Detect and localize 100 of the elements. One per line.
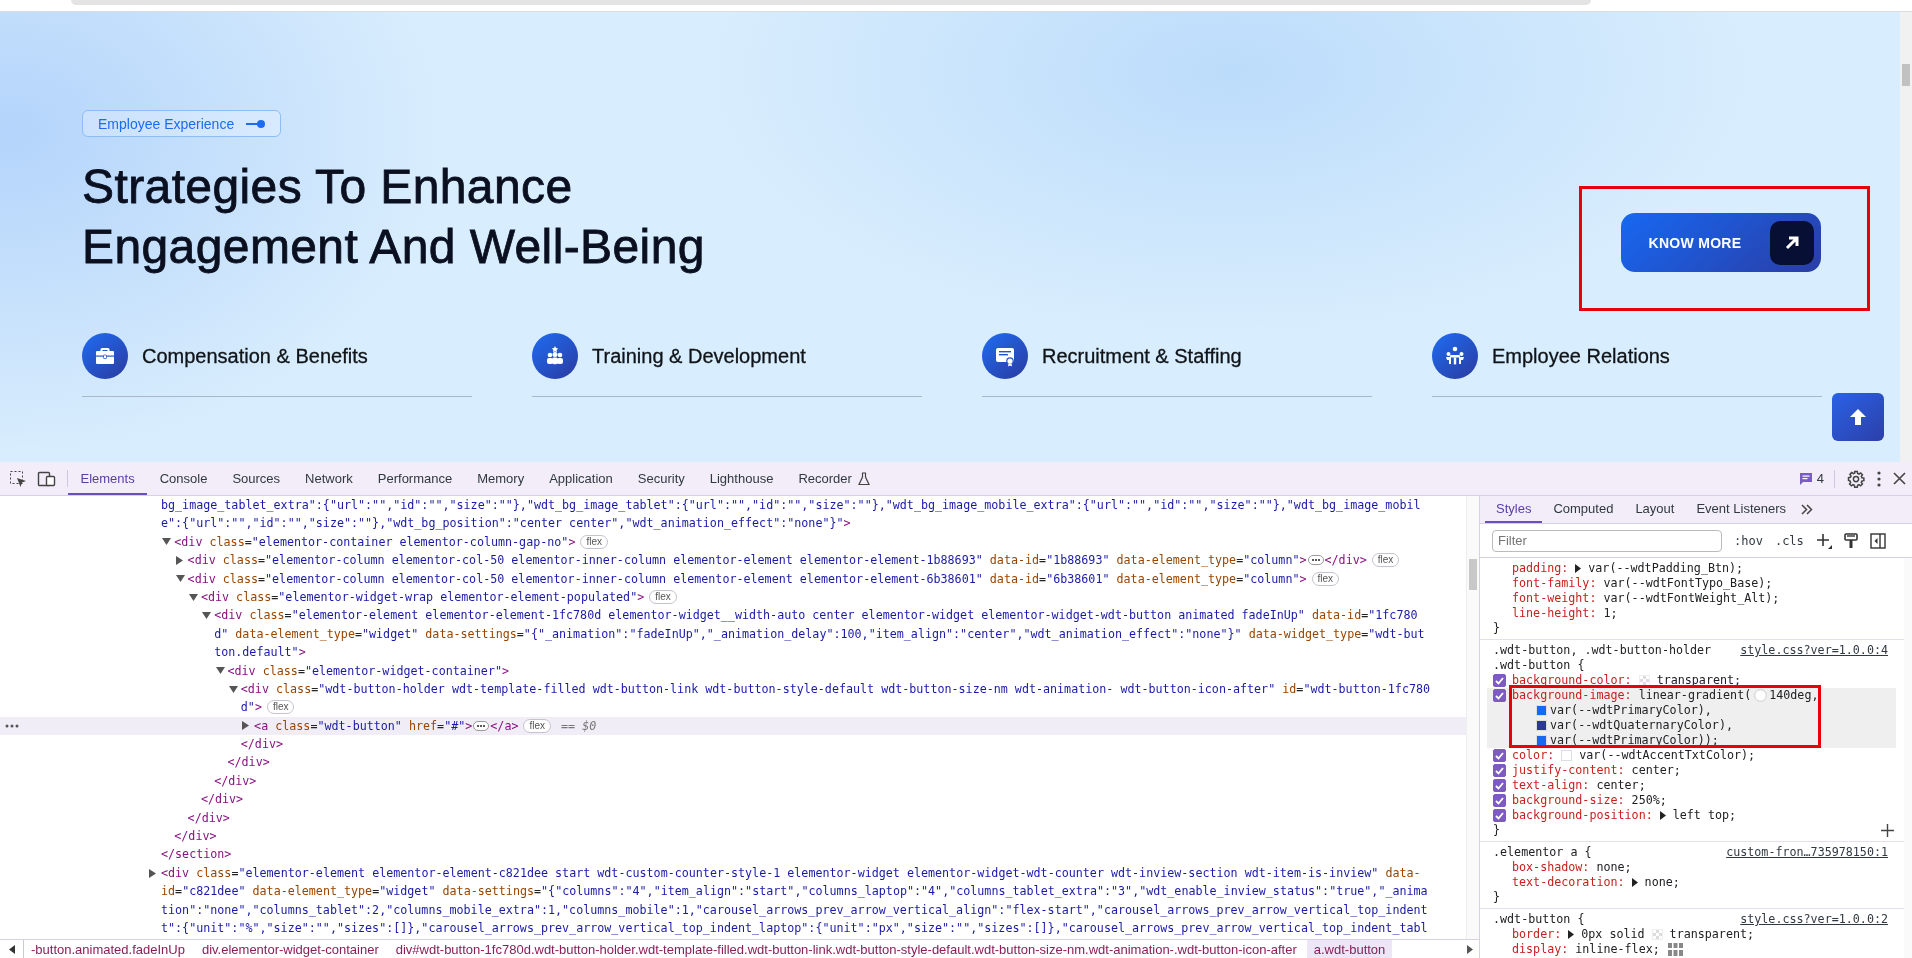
- property-value: 250%;: [1631, 793, 1667, 808]
- tree-row[interactable]: bg_image_tablet_extra":{"url":"","id":"","size":""},"wdt_bg_image_tablet":{"url":"","id":"","size":""},"wdt_bg_image_mobile_extra":{"url":"","id":"","size":""},"wdt_bg_image_mobil: [0, 496, 1466, 515]
- feature-label: Recruitment & Staffing: [1042, 344, 1242, 368]
- tree-row[interactable]: t":{"unit":"%","size":"","sizes":[]},"carousel_arrows_prev_arrow_vertical_top_indent_laptop":{"unit":"px","size":"","sizes":[]},"carousel_arrows_prev_arrow_vertical_top_indent_tabl: [0, 919, 1466, 938]
- property-name: justify-content:: [1512, 763, 1625, 778]
- tree-row[interactable]: <div class="elementor-element elementor-element-c821dee start wdt-custom-counter-style-1 elementor-widget elementor-widget-wdt-counter wdt-inview-section wdt-item-is-inview" data-: [0, 863, 1466, 883]
- property-name: text-decoration:: [1512, 875, 1625, 890]
- devtools-tab[interactable]: Console: [147, 464, 220, 495]
- styles-tab[interactable]: Event Listeners: [1685, 496, 1798, 523]
- tree-row[interactable]: d"> flex: [0, 698, 1466, 717]
- tree-row[interactable]: tion":"none","columns_tablet":2,"columns_mobile_extra":1,"columns_mobile":1,"carousel_arrows_prev_arrow_vertical_align":"flex-start","carousel_arrows_prev_arrow_vertical_top_indent: [0, 900, 1466, 919]
- tree-row[interactable]: </div>: [0, 735, 1466, 754]
- css-selector: .wdt-button {: [1493, 912, 1585, 927]
- devtools-tab[interactable]: Lighthouse: [697, 464, 786, 495]
- code-line: </section>: [161, 846, 232, 864]
- selected-marker: == $0: [561, 717, 597, 735]
- tree-row[interactable]: <a class="wdt-button" href="#"> </a> flex == $0: [0, 716, 1466, 736]
- property-name: text-align:: [1512, 778, 1590, 793]
- devtools-tab[interactable]: Memory: [464, 464, 537, 495]
- property-name: padding:: [1512, 561, 1569, 576]
- devtools-tab[interactable]: Security: [625, 464, 698, 495]
- devtools-tab[interactable]: Elements: [68, 464, 148, 495]
- devtools-tab[interactable]: Application: [536, 464, 626, 495]
- tree-row[interactable]: <div class="elementor-widget-wrap elementor-element-populated"> flex: [0, 587, 1466, 607]
- css-selector: .elementor a {: [1493, 845, 1592, 860]
- code-line: d" data-element_type="widget" data-settings="{"_animation":"fadeInUp","_animation_delay":100,"item_align":"center","wdt_animation_effect":"none"}" data-widget_type="wdt-but: [214, 625, 1425, 643]
- flex-badge[interactable]: flex: [1311, 571, 1340, 586]
- tree-row[interactable]: <div class="elementor-column elementor-col-50 elementor-inner-column elementor-element elementor-element-1b88693" data-id="1b88693" data-element_type="column"> </div> flex: [0, 551, 1466, 570]
- property-value: var(--wdtAccentTxtColor);: [1579, 748, 1756, 763]
- flex-badge[interactable]: flex: [523, 718, 552, 733]
- property-name: color:: [1512, 748, 1555, 763]
- property-value: center;: [1631, 763, 1681, 778]
- flex-badge[interactable]: flex: [580, 534, 608, 549]
- tree-row[interactable]: <div class="elementor-widget-container">: [0, 661, 1466, 680]
- flex-badge[interactable]: flex: [1371, 553, 1400, 568]
- code-line: tion":"none","columns_tablet":2,"columns_mobile_extra":1,"columns_mobile":1,"carousel_arrows_prev_arrow_vertical_align":"flex-start","carousel_arrows_prev_arrow_vertical_top_indent: [161, 901, 1428, 919]
- code-line: t":{"unit":"%","size":"","sizes":[]},"carousel_arrows_prev_arrow_vertical_top_indent_laptop":{"unit":"px","size":"","sizes":[]},"carousel_arrows_prev_arrow_vertical_top_indent_tabl: [161, 920, 1428, 937]
- source-link[interactable]: style.css?ver=1.0.0:2: [1740, 912, 1888, 927]
- code-line: </div>: [214, 772, 257, 790]
- property-value: transparent;: [1669, 927, 1755, 942]
- code-line: <a class="wdt-button" href="#">: [254, 717, 473, 735]
- devtools-tab[interactable]: Recorder: [785, 464, 883, 495]
- property-name: background-image:: [1512, 688, 1632, 703]
- source-link[interactable]: custom-fron…735978150:1: [1726, 845, 1888, 860]
- property-value: none;: [1644, 875, 1680, 890]
- code-line: </div>: [187, 809, 230, 827]
- property-name: display:: [1512, 942, 1569, 957]
- property-name: font-family:: [1512, 576, 1597, 591]
- code-line: </div>: [240, 736, 284, 754]
- code-line: id="c821dee" data-element_type="widget" data-settings="{"columns":"4","item_align":"start","columns_laptop":"4","columns_tablet_extra":"3","wdt_enable_inview_status":"true","_anima: [161, 883, 1428, 901]
- property-value: var(--wdtFontWeight_Alt);: [1603, 591, 1780, 606]
- tree-row[interactable]: </div>: [0, 808, 1466, 828]
- tree-row[interactable]: <div class="wdt-button-holder wdt-template-filled wdt-button-link wdt-button-style-default wdt-button-size-nm wdt-animation- wdt-button-icon-after" id="wdt-button-1fc780: [0, 679, 1466, 699]
- styles-tab[interactable]: Layout: [1624, 496, 1686, 523]
- styles-tab[interactable]: Styles: [1485, 496, 1543, 523]
- breadcrumb[interactable]: div.elementor-widget-container: [194, 940, 386, 958]
- tree-row[interactable]: <div class="elementor-element elementor-element-1fc780d elementor-widget__width-auto center elementor-widget elementor-widget-wdt-button animated fadeInUp" data-id="1fc780: [0, 606, 1466, 625]
- know-more-button[interactable]: KNOW MORE: [1620, 213, 1821, 272]
- code-line: <div class="elementor-widget-container">: [227, 662, 509, 680]
- devtools-tab[interactable]: Sources: [219, 464, 293, 495]
- tree-row[interactable]: <div class="elementor-column elementor-col-50 elementor-inner-column elementor-element elementor-element-6b38601" data-id="6b38601" data-element_type="column"> flex: [0, 569, 1466, 588]
- tree-row[interactable]: e":{"url":"","id":"","size":""},"wdt_bg_position":"center center","wdt_animation_effect":"none"}">: [0, 514, 1466, 533]
- property-value: center;: [1596, 778, 1646, 793]
- property-value: linear-gradient(: [1638, 688, 1752, 703]
- css-selector: .wdt-button {: [1493, 658, 1585, 673]
- tree-row[interactable]: </div>: [0, 790, 1466, 809]
- devtools-tab[interactable]: Performance: [365, 464, 465, 495]
- closing-tag: </a>: [490, 716, 519, 736]
- property-value: var(--wdtPadding_Btn);: [1588, 561, 1744, 576]
- tree-row[interactable]: id="c821dee" data-element_type="widget" data-settings="{"columns":"4","item_align":"start","columns_laptop":"4","columns_tablet_extra":"3","wdt_enable_inview_status":"true","_anima: [0, 882, 1466, 901]
- breadcrumb[interactable]: div#wdt-button-1fc780d.wdt-button-holder.wdt-template-filled.wdt-button-link.wdt-button-style-default.wdt-button-size-nm.wdt-animation-.wdt-button-icon-after: [388, 940, 1304, 958]
- filter-field[interactable]: Filter: [1492, 529, 1722, 552]
- breadcrumb[interactable]: -button.animated.fadeInUp: [24, 940, 192, 958]
- toggle-button[interactable]: .cls: [1774, 533, 1804, 548]
- code-line: <div class="wdt-button-holder wdt-template-filled wdt-button-link wdt-button-style-default wdt-button-size-nm wdt-animation- wdt-button-icon-after" id="wdt-button-1fc780: [240, 680, 1431, 698]
- tag-label: Employee Experience: [98, 115, 235, 132]
- property-value: transparent;: [1656, 673, 1742, 688]
- breadcrumb[interactable]: a.wdt-button: [1306, 940, 1393, 958]
- styles-tab[interactable]: Computed: [1542, 496, 1625, 523]
- toggle-button[interactable]: :hov: [1734, 533, 1763, 548]
- code-line: <div class="elementor-container elementor-column-gap-no">: [174, 533, 576, 551]
- devtools-tab[interactable]: Network: [292, 464, 366, 495]
- tree-row[interactable]: </section>: [0, 845, 1466, 864]
- tree-row[interactable]: </div>: [0, 827, 1466, 846]
- tree-row[interactable]: </div>: [0, 771, 1466, 791]
- flex-badge[interactable]: flex: [266, 700, 295, 715]
- source-link[interactable]: style.css?ver=1.0.0:4: [1740, 643, 1888, 658]
- flex-badge[interactable]: flex: [649, 590, 677, 605]
- property-name: font-weight:: [1512, 591, 1597, 606]
- code-line: </div>: [200, 791, 244, 809]
- property-name: box-shadow:: [1512, 860, 1590, 875]
- issues-button[interactable]: 4: [1798, 469, 1835, 488]
- code-line: <div class="elementor-column elementor-col-50 elementor-inner-column elementor-element elementor-element-6b38601" data-id="6b38601" data-element_type="column">: [187, 570, 1307, 588]
- code-line: ton.default">: [214, 644, 306, 662]
- code-line: <div class="elementor-widget-wrap elementor-element-populated">: [200, 588, 645, 606]
- tree-row[interactable]: ton.default">: [0, 643, 1466, 662]
- tree-row[interactable]: </div>: [0, 753, 1466, 772]
- tree-row[interactable]: d" data-element_type="widget" data-settings="{"_animation":"fadeInUp","_animation_delay":100,"item_align":"center","wdt_animation_effect":"none"}" data-widget_type="wdt-but: [0, 624, 1466, 644]
- tree-row[interactable]: <div class="elementor-container elementor-column-gap-no"> flex: [0, 532, 1466, 552]
- property-value: 1;: [1603, 606, 1618, 621]
